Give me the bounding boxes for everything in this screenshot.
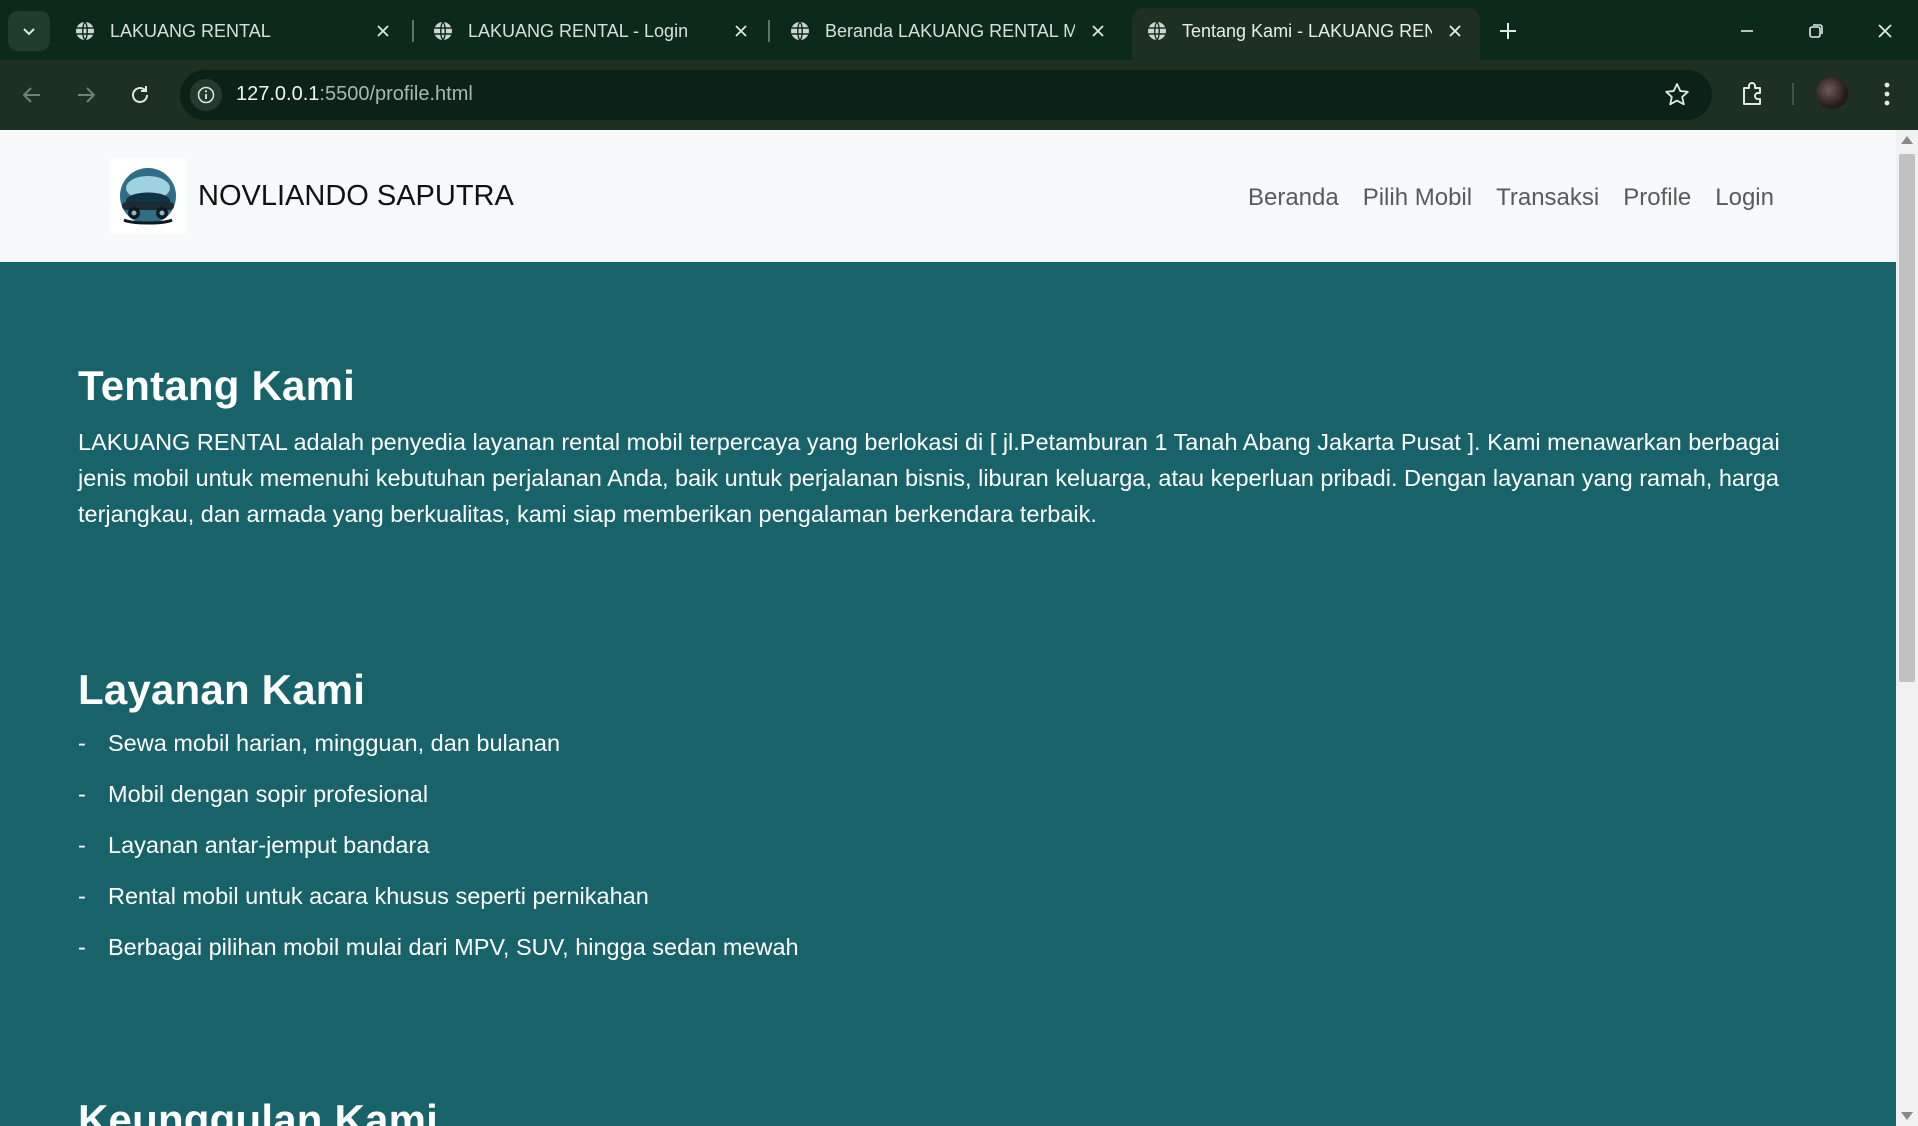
tab-separator	[768, 20, 770, 42]
nav-link-login[interactable]: Login	[1715, 184, 1774, 212]
list-bullet: -	[78, 883, 86, 909]
nav-link-transaksi[interactable]: Transaksi	[1496, 184, 1599, 212]
list-item-text: Rental mobil untuk acara khusus seperti …	[108, 883, 649, 909]
list-item: - Mobil dengan sopir profesional	[78, 769, 799, 820]
tab-title: LAKUANG RENTAL - Login	[468, 21, 689, 41]
close-icon	[1878, 24, 1892, 38]
list-item: - Rental mobil untuk acara khusus seperti…	[78, 871, 799, 922]
close-icon[interactable]	[1087, 20, 1109, 42]
browser-tab-3[interactable]: Beranda LAKUANG RENTAL Mo	[775, 8, 1125, 60]
car-logo-icon	[120, 168, 176, 225]
list-item-text: Mobil dengan sopir profesional	[108, 781, 429, 807]
list-item-text: Sewa mobil harian, mingguan, dan bulanan	[108, 730, 561, 756]
arrow-left-icon	[22, 87, 40, 103]
nav-link-beranda[interactable]: Beranda	[1248, 184, 1339, 212]
toolbar-separator	[1792, 83, 1794, 105]
nav-link-profile[interactable]: Profile	[1623, 184, 1691, 212]
close-icon[interactable]	[730, 20, 752, 42]
site-navbar: NOVLIANDO SAPUTRA Beranda Pilih Mobil Tr…	[0, 130, 1896, 262]
services-heading: Layanan Kami	[78, 666, 366, 713]
tab-title: Beranda LAKUANG RENTAL Mo	[825, 21, 1075, 41]
main-nav: Beranda Pilih Mobil Transaksi Profile Lo…	[1248, 184, 1774, 212]
tab-title: LAKUANG RENTAL	[110, 21, 271, 41]
page-scrollbar[interactable]	[1896, 130, 1918, 1126]
scroll-down-arrow-icon[interactable]	[1901, 1112, 1913, 1120]
list-bullet: -	[78, 832, 86, 858]
brand-logo[interactable]	[110, 158, 186, 234]
globe-icon	[1148, 21, 1166, 41]
restore-icon	[1809, 24, 1823, 38]
site-info-button[interactable]	[190, 79, 222, 111]
reload-button[interactable]	[124, 79, 156, 111]
more-menu-icon[interactable]	[1874, 77, 1900, 111]
page-viewport: NOVLIANDO SAPUTRA Beranda Pilih Mobil Tr…	[0, 130, 1896, 1126]
globe-icon	[76, 21, 94, 41]
chevron-down-icon	[23, 28, 35, 36]
back-button[interactable]	[16, 79, 48, 111]
list-item-text: Berbagai pilihan mobil mulai dari MPV, S…	[108, 934, 799, 960]
scrollbar-thumb[interactable]	[1899, 154, 1915, 682]
new-tab-plus-icon[interactable]	[1494, 17, 1522, 45]
url-host: 127.0.0.1	[236, 83, 320, 105]
bookmark-star-icon[interactable]	[1662, 80, 1692, 110]
address-bar[interactable]: 127.0.0.1:5500/profile.html	[180, 70, 1712, 120]
list-item-text: Layanan antar-jemput bandara	[108, 832, 430, 858]
list-item: - Sewa mobil harian, mingguan, dan bulana…	[78, 718, 799, 769]
profile-avatar[interactable]	[1816, 77, 1848, 109]
url-path: :5500/profile.html	[319, 83, 473, 105]
scroll-up-arrow-icon[interactable]	[1901, 136, 1913, 144]
advantages-heading: Keunggulan Kami	[78, 1096, 439, 1126]
url-text[interactable]: 127.0.0.1:5500/profile.html	[236, 83, 473, 106]
minimize-icon	[1741, 30, 1753, 32]
close-window-button[interactable]	[1868, 14, 1902, 48]
list-bullet: -	[78, 730, 86, 756]
about-paragraph: LAKUANG RENTAL adalah penyedia layanan r…	[78, 429, 1780, 527]
about-heading: Tentang Kami	[78, 362, 355, 409]
browser-toolbar: 127.0.0.1:5500/profile.html	[0, 60, 1918, 130]
tab-separator	[412, 20, 414, 42]
browser-tab-bar: LAKUANG RENTAL LAKUANG RENTAL - Login Be…	[0, 0, 1918, 60]
browser-tab-active[interactable]: Tentang Kami - LAKUANG RENT	[1132, 8, 1480, 60]
browser-tab-1[interactable]: LAKUANG RENTAL	[60, 8, 410, 60]
globe-icon	[434, 21, 452, 41]
minimize-button[interactable]	[1730, 14, 1764, 48]
info-icon	[197, 86, 215, 104]
tab-search-button[interactable]	[8, 11, 50, 51]
forward-button[interactable]	[70, 79, 102, 111]
tab-title: Tentang Kami - LAKUANG RENT	[1182, 21, 1432, 41]
list-bullet: -	[78, 934, 86, 960]
brand-name[interactable]: NOVLIANDO SAPUTRA	[198, 180, 514, 213]
close-icon[interactable]	[372, 20, 394, 42]
reload-icon	[132, 86, 148, 103]
globe-icon	[791, 21, 809, 41]
nav-link-pilih-mobil[interactable]: Pilih Mobil	[1363, 184, 1472, 212]
list-item: - Layanan antar-jemput bandara	[78, 820, 799, 871]
list-item: - Berbagai pilihan mobil mulai dari MPV, …	[78, 922, 799, 973]
browser-tab-2[interactable]: LAKUANG RENTAL - Login	[418, 8, 768, 60]
extensions-puzzle-icon[interactable]	[1736, 76, 1770, 110]
close-icon[interactable]	[1444, 20, 1466, 42]
services-list: - Sewa mobil harian, mingguan, dan bulana…	[78, 718, 799, 973]
restore-button[interactable]	[1799, 14, 1833, 48]
list-bullet: -	[78, 781, 86, 807]
arrow-right-icon	[78, 87, 96, 103]
